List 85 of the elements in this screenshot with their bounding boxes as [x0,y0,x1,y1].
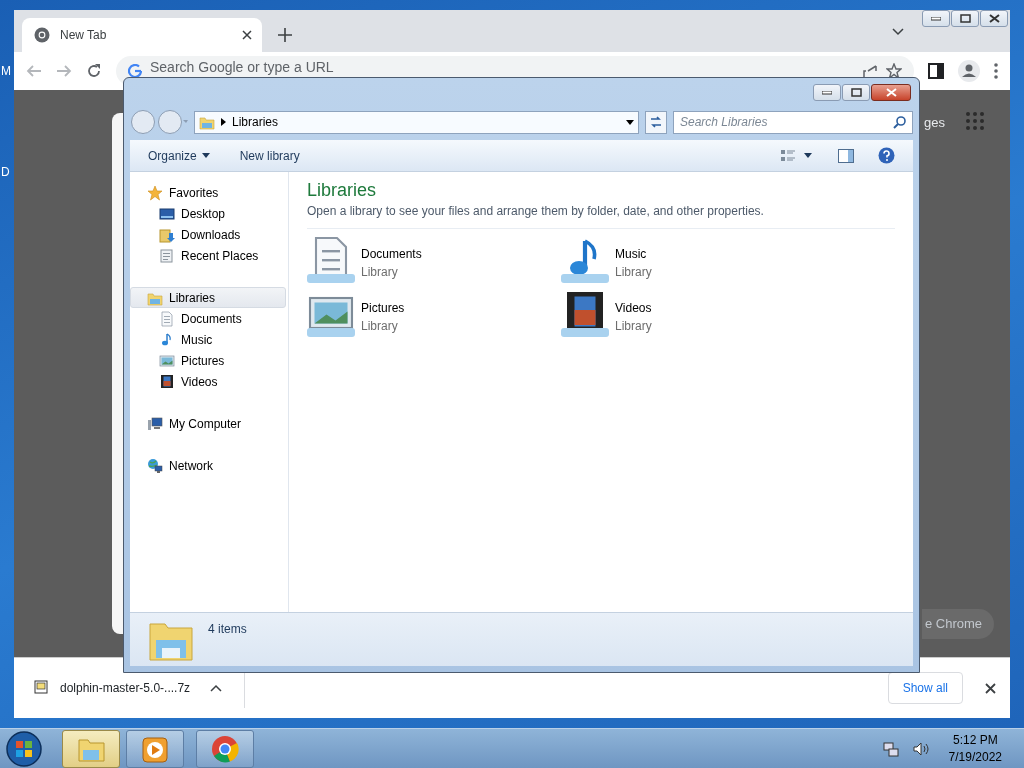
close-icon [988,14,1000,23]
page-heading: Libraries [307,180,378,202]
profile-icon[interactable] [958,60,980,82]
new-library-button[interactable]: New library [239,146,300,165]
picture-icon [159,352,175,369]
start-button-icon[interactable] [4,729,44,768]
star-icon [147,184,163,201]
nav-item[interactable]: Favorites [130,182,286,203]
close-icon[interactable] [985,682,996,694]
close-icon [885,88,897,97]
nav-item[interactable]: My Computer [130,413,286,434]
nav-item[interactable]: Network [130,455,286,476]
help-icon[interactable] [878,147,895,164]
recent-places-icon [159,247,175,264]
nav-item[interactable]: Downloads [130,224,286,245]
library-item[interactable]: Pictures Library [307,288,561,337]
minimize-button[interactable] [813,84,841,101]
archive-file-icon [34,680,48,696]
chrome-app-icon [210,733,240,764]
library-item[interactable]: Music Library [561,234,815,283]
item-count: 4 items [208,620,247,638]
taskbar-button[interactable] [196,729,254,768]
libraries-icon [199,114,215,130]
download-filename[interactable]: dolphin-master-5.0-....7z [60,679,191,697]
nav-item[interactable]: Videos [130,371,286,392]
nav-item[interactable]: Music [130,329,286,350]
page-description: Open a library to see your files and arrange them by folder, date, and other properties. [307,201,895,229]
desktop-icon-label: M [1,63,11,80]
chevron-down-icon[interactable] [892,28,904,36]
taskbar-button[interactable] [62,729,120,768]
library-item[interactable]: Documents Library [307,234,561,283]
reload-icon[interactable] [86,63,102,79]
library-item[interactable]: Videos Library [561,288,815,337]
maximize-icon [959,14,971,23]
minimize-icon [931,16,941,21]
taskbar-button[interactable] [126,729,184,768]
volume-icon[interactable] [912,740,929,757]
search-icon [893,115,906,129]
view-options-icon[interactable] [780,148,796,163]
network-icon [882,740,899,757]
minimize-button[interactable] [922,10,950,27]
chevron-up-icon[interactable] [210,684,223,692]
clock[interactable]: 5:12 PM 7/19/2022 [948,732,1002,765]
nav-item[interactable]: Recent Places [130,245,286,266]
browser-tab[interactable]: New Tab [22,18,262,52]
address-placeholder: Search Google or type a URL [150,59,335,75]
new-tab-icon[interactable] [278,28,292,42]
document-icon [307,234,355,283]
network-icon [147,457,163,474]
desktop-icon-label: D [1,164,10,181]
nav-item[interactable]: Pictures [130,350,286,371]
maximize-button[interactable] [951,10,979,27]
caret-icon[interactable] [804,153,812,158]
search-field[interactable]: Search Libraries [673,110,913,134]
nav-item[interactable]: Libraries [130,287,286,308]
breadcrumb-arrow-icon [221,118,226,126]
share-icon[interactable] [862,63,878,79]
dropdown-icon[interactable] [626,119,634,125]
chrome-logo-icon [34,27,50,43]
film-strip-icon [159,373,175,390]
caret-icon [201,153,210,158]
side-panel-icon[interactable] [928,63,944,79]
close-icon[interactable] [242,30,252,40]
address-bar[interactable]: Libraries [194,110,639,134]
close-button[interactable] [871,84,911,101]
google-icon [128,64,142,78]
close-button[interactable] [980,10,1008,27]
preview-pane-icon[interactable] [838,148,854,163]
nav-item[interactable]: Desktop [130,203,286,224]
shortcut-label[interactable]: ges [924,113,945,133]
download-folder-icon [159,226,175,243]
desktop-icon [159,205,175,222]
menu-icon[interactable] [994,63,998,79]
document-icon [159,310,175,327]
refresh-icon[interactable] [645,110,667,134]
nav-item[interactable]: Documents [130,308,286,329]
search-placeholder: Search Libraries [680,114,768,131]
address-text: Libraries [232,114,280,131]
computer-icon [147,415,163,432]
show-all-button[interactable]: Show all [887,672,963,704]
star-outline-icon[interactable] [886,63,902,79]
maximize-button[interactable] [842,84,870,101]
organize-menu[interactable]: Organize [148,146,210,165]
maximize-icon [850,88,862,97]
tab-title: New Tab [60,27,108,44]
